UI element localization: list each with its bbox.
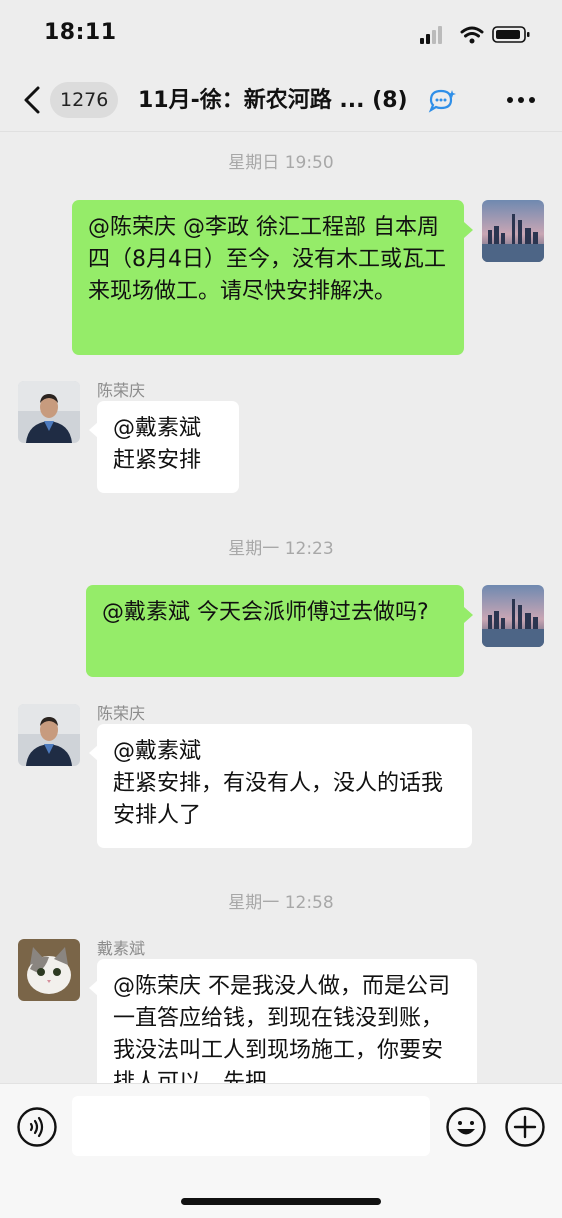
incoming-message-bubble[interactable]: @戴素斌 赶紧安排: [97, 401, 239, 493]
status-icons: [420, 24, 540, 44]
chat-title[interactable]: 11月-徐：新农河路 ... (8): [138, 85, 438, 117]
more-dots-icon: [507, 97, 535, 103]
message-input[interactable]: [72, 1096, 430, 1156]
message-timestamp: 星期一 12:23: [228, 539, 334, 559]
message-timestamp: 星期日 19:50: [228, 153, 334, 173]
sender-name: 陈荣庆: [97, 381, 146, 400]
more-functions-button[interactable]: [504, 1106, 546, 1148]
incoming-message-bubble[interactable]: @戴素斌 赶紧安排，有没有人，没人的话我安排人了: [97, 724, 472, 848]
outgoing-message-bubble[interactable]: @陈荣庆 @李政 徐汇工程部 自本周四（8月4日）至今，没有木工或瓦工来现场做工…: [72, 200, 464, 355]
back-button[interactable]: [18, 84, 48, 116]
nav-bar: 1276 11月-徐：新农河路 ... (8): [0, 70, 562, 132]
cat-avatar-image: [18, 939, 80, 1001]
signal-wifi-battery-icon: [420, 26, 530, 44]
sender-name: 陈荣庆: [97, 704, 146, 723]
voice-button[interactable]: [16, 1106, 58, 1148]
voice-icon: [17, 1107, 57, 1147]
sender-avatar-chen[interactable]: [18, 381, 80, 443]
outgoing-message-bubble[interactable]: @戴素斌 今天会派师傅过去做吗?: [86, 585, 464, 677]
sender-avatar-chen[interactable]: [18, 704, 80, 766]
status-time: 18:11: [44, 20, 117, 45]
more-options-button[interactable]: [506, 90, 536, 110]
incoming-message-bubble[interactable]: @陈荣庆 不是我没人做，而是公司一直答应给钱，到现在钱没到账，我没法叫工人到现场…: [97, 959, 477, 1099]
my-avatar[interactable]: [482, 200, 544, 262]
home-indicator[interactable]: [181, 1198, 381, 1205]
bubble-tail: [464, 607, 473, 623]
sender-name: 戴素斌: [97, 939, 146, 958]
man-portrait-avatar-image: [18, 704, 80, 766]
man-portrait-avatar-image: [18, 381, 80, 443]
message-timestamp: 星期一 12:58: [228, 893, 334, 913]
member-count: (8): [372, 88, 408, 113]
status-bar: 18:11: [0, 0, 562, 70]
bubble-tail: [464, 222, 473, 238]
unread-count-badge[interactable]: 1276: [50, 82, 119, 118]
chat-title-text: 11月-徐：新农河路 ...: [138, 88, 365, 113]
sender-avatar-dai[interactable]: [18, 939, 80, 1001]
city-skyline-avatar-image: [482, 585, 544, 647]
city-skyline-avatar-image: [482, 200, 544, 262]
group-chat-icon[interactable]: [428, 88, 458, 114]
emoji-button[interactable]: [445, 1106, 487, 1148]
chevron-left-icon: [24, 86, 40, 114]
my-avatar[interactable]: [482, 585, 544, 647]
plus-icon: [505, 1107, 545, 1147]
emoji-icon: [446, 1107, 486, 1147]
